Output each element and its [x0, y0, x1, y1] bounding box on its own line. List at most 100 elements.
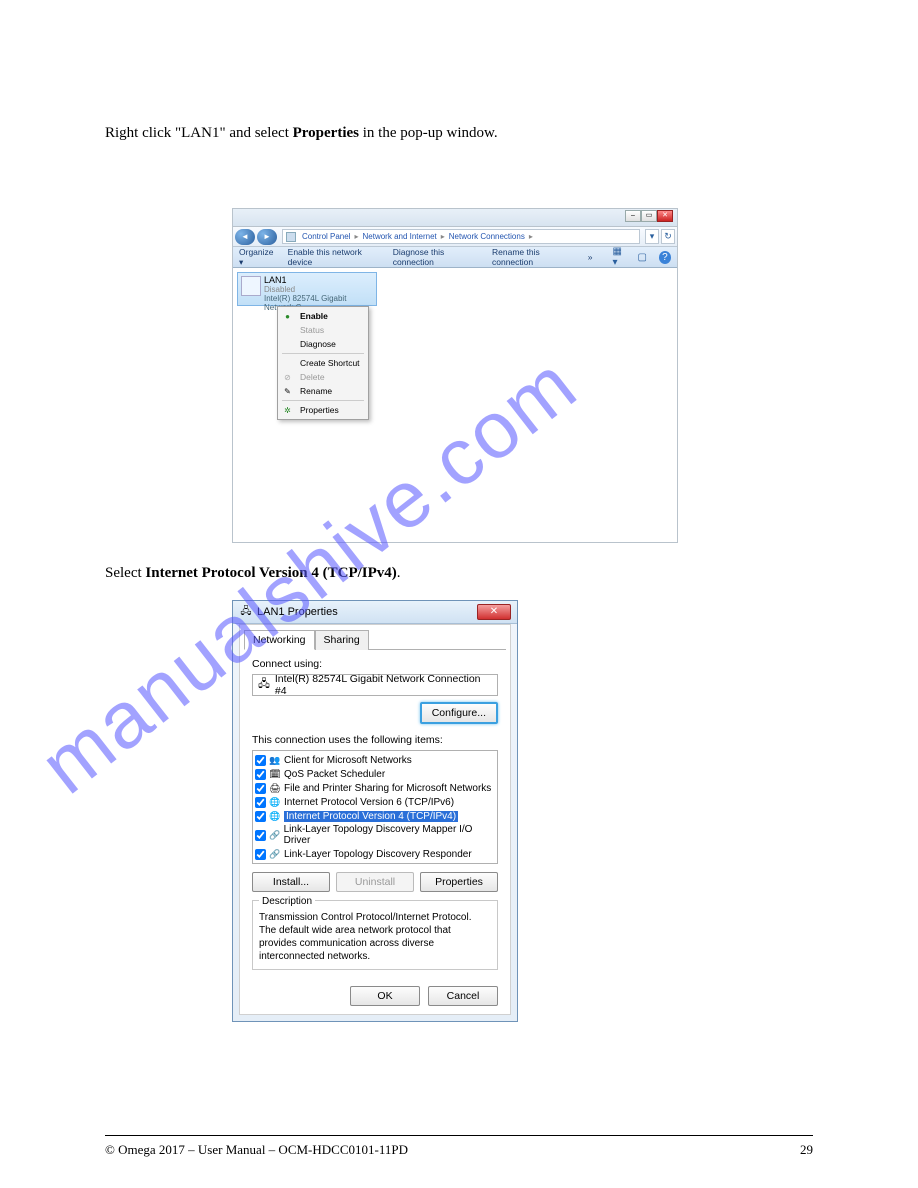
- ctx-diagnose[interactable]: Diagnose: [278, 337, 368, 351]
- refresh-button[interactable]: ↻: [661, 229, 675, 244]
- breadcrumb-item[interactable]: Network Connections: [449, 232, 525, 241]
- list-item[interactable]: 🗓QoS Packet Scheduler: [255, 767, 495, 781]
- item-label: Internet Protocol Version 4 (TCP/IPv4): [284, 811, 458, 822]
- text: in the pop-up window.: [359, 125, 498, 141]
- breadcrumb-item[interactable]: Network and Internet: [363, 232, 437, 241]
- ctx-status: Status: [278, 323, 368, 337]
- tab-networking[interactable]: Networking: [244, 630, 315, 650]
- chevron-left-icon: ◄: [241, 232, 249, 241]
- description-box: Description Transmission Control Protoco…: [252, 900, 498, 970]
- link-layer-icon: 🔗: [269, 829, 281, 841]
- ok-button[interactable]: OK: [350, 986, 420, 1006]
- label: Delete: [300, 372, 325, 382]
- label: Rename: [300, 386, 332, 396]
- protocol-icon: 🌐: [269, 810, 281, 822]
- close-button[interactable]: ✕: [477, 604, 511, 620]
- item-label: Client for Microsoft Networks: [284, 755, 412, 766]
- chevron-right-icon: ►: [263, 232, 271, 241]
- address-bar[interactable]: Control Panel ▸ Network and Internet ▸ N…: [282, 229, 640, 244]
- item-label: File and Printer Sharing for Microsoft N…: [284, 783, 491, 794]
- checkbox[interactable]: [255, 811, 266, 822]
- forward-button[interactable]: ►: [257, 229, 277, 245]
- description-legend: Description: [259, 896, 315, 907]
- item-label: Internet Protocol Version 6 (TCP/IPv6): [284, 797, 454, 808]
- diagnose-button[interactable]: Diagnose this connection: [393, 247, 482, 267]
- toolbar: Organize ▾ Enable this network device Di…: [233, 247, 677, 268]
- item-label: Link-Layer Topology Discovery Mapper I/O…: [284, 824, 495, 846]
- more-button[interactable]: »: [588, 252, 593, 262]
- checkbox[interactable]: [255, 755, 266, 766]
- menu-separator: [282, 400, 364, 401]
- adapter-status: Disabled: [264, 285, 372, 294]
- list-item[interactable]: 🌐Internet Protocol Version 6 (TCP/IPv6): [255, 795, 495, 809]
- view-dropdown[interactable]: ▦ ▾: [612, 250, 625, 264]
- footer-rule: [105, 1135, 813, 1136]
- network-icon: 🖧: [239, 605, 253, 619]
- adapter-box: 🖧 Intel(R) 82574L Gigabit Network Connec…: [252, 674, 498, 696]
- cancel-button[interactable]: Cancel: [428, 986, 498, 1006]
- ctx-rename[interactable]: ✎ Rename: [278, 384, 368, 398]
- list-item[interactable]: 🔗Link-Layer Topology Discovery Responder: [255, 847, 495, 861]
- item-label: Link-Layer Topology Discovery Responder: [284, 849, 472, 860]
- help-icon[interactable]: ?: [659, 251, 671, 264]
- configure-button[interactable]: Configure...: [420, 702, 498, 724]
- list-item[interactable]: 👥Client for Microsoft Networks: [255, 753, 495, 767]
- properties-button[interactable]: Properties: [420, 872, 498, 892]
- instruction-2: Select Internet Protocol Version 4 (TCP/…: [105, 562, 813, 585]
- navbar: ◄ ► Control Panel ▸ Network and Internet…: [233, 227, 677, 247]
- close-button[interactable]: ✕: [657, 210, 673, 222]
- organize-menu[interactable]: Organize ▾: [239, 247, 278, 268]
- window-buttons: ‒ ▭ ✕: [625, 210, 673, 222]
- checkbox[interactable]: [255, 783, 266, 794]
- tab-sharing[interactable]: Sharing: [315, 630, 369, 650]
- list-item[interactable]: 🖨File and Printer Sharing for Microsoft …: [255, 781, 495, 795]
- context-menu: ● Enable Status Diagnose Create Shortcut…: [277, 306, 369, 420]
- maximize-button[interactable]: ▭: [641, 210, 657, 222]
- search-toggle[interactable]: ▾: [645, 229, 659, 244]
- breadcrumb-item[interactable]: Control Panel: [302, 232, 350, 241]
- text-bold: Internet Protocol Version 4 (TCP/IPv4): [145, 565, 396, 581]
- adapter-lan1[interactable]: LAN1 Disabled Intel(R) 82574L Gigabit Ne…: [237, 272, 377, 306]
- list-item[interactable]: 🔗Link-Layer Topology Discovery Mapper I/…: [255, 823, 495, 847]
- text: Right click "LAN1" and select: [105, 125, 293, 141]
- checkbox[interactable]: [255, 849, 266, 860]
- properties-icon: ✲: [282, 405, 293, 416]
- enable-icon: ●: [282, 311, 293, 322]
- items-label: This connection uses the following items…: [252, 734, 498, 746]
- delete-icon: ⊘: [282, 372, 293, 383]
- ctx-delete: ⊘ Delete: [278, 370, 368, 384]
- minimize-button[interactable]: ‒: [625, 210, 641, 222]
- printer-share-icon: 🖨: [269, 782, 281, 794]
- tab-content-networking: Connect using: 🖧 Intel(R) 82574L Gigabit…: [244, 649, 506, 978]
- protocol-icon: 🌐: [269, 796, 281, 808]
- window-titlebar: ‒ ▭ ✕: [233, 209, 677, 227]
- install-button[interactable]: Install...: [252, 872, 330, 892]
- checkbox[interactable]: [255, 830, 266, 841]
- label: Properties: [300, 405, 339, 415]
- footer-copyright: © Omega 2017 – User Manual – OCM-HDCC010…: [105, 1142, 408, 1158]
- uninstall-button: Uninstall: [336, 872, 414, 892]
- enable-device-button[interactable]: Enable this network device: [288, 247, 383, 267]
- text: .: [397, 565, 401, 581]
- list-item-selected[interactable]: 🌐Internet Protocol Version 4 (TCP/IPv4): [255, 809, 495, 823]
- text-bold: Properties: [293, 125, 359, 141]
- preview-pane-icon[interactable]: ▢: [636, 250, 649, 264]
- dialog-body: Networking Sharing Connect using: 🖧 Inte…: [239, 624, 511, 1015]
- connect-using-label: Connect using:: [252, 658, 498, 670]
- item-buttons: Install... Uninstall Properties: [252, 872, 498, 892]
- ctx-properties[interactable]: ✲ Properties: [278, 403, 368, 417]
- adapter-name: Intel(R) 82574L Gigabit Network Connecti…: [275, 673, 493, 697]
- instruction-1: Right click "LAN1" and select Properties…: [105, 122, 813, 145]
- items-list: 👥Client for Microsoft Networks 🗓QoS Pack…: [252, 750, 498, 864]
- ctx-create-shortcut[interactable]: Create Shortcut: [278, 356, 368, 370]
- network-connections-window: ‒ ▭ ✕ ◄ ► Control Panel ▸ Network and In…: [232, 208, 678, 543]
- ctx-enable[interactable]: ● Enable: [278, 309, 368, 323]
- back-button[interactable]: ◄: [235, 229, 255, 245]
- dialog-titlebar: 🖧 LAN1 Properties ✕: [233, 601, 517, 624]
- control-panel-icon: [286, 232, 296, 242]
- lan1-properties-dialog: 🖧 LAN1 Properties ✕ Networking Sharing C…: [232, 600, 518, 1022]
- rename-button[interactable]: Rename this connection: [492, 247, 578, 267]
- checkbox[interactable]: [255, 797, 266, 808]
- checkbox[interactable]: [255, 769, 266, 780]
- link-layer-icon: 🔗: [269, 848, 281, 860]
